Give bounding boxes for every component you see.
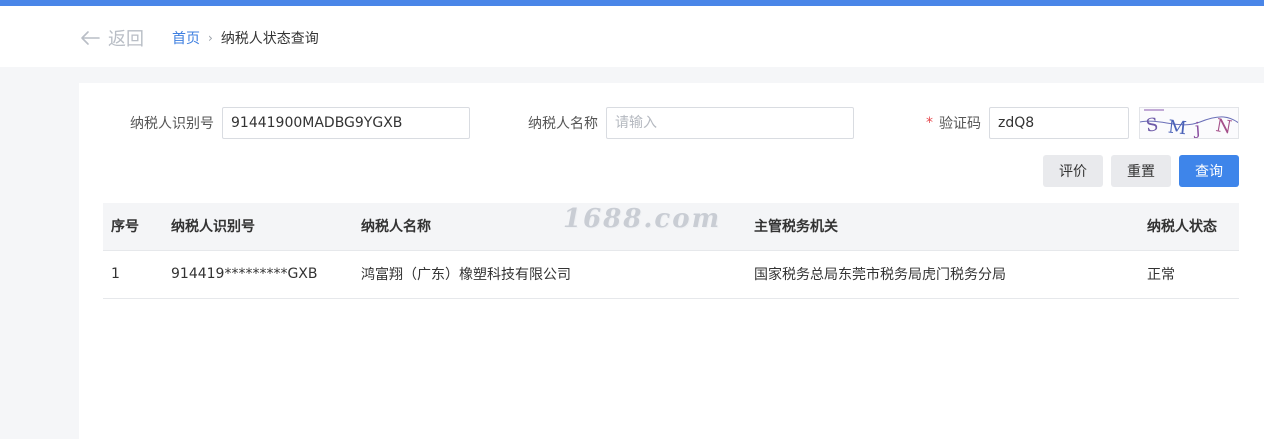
results-table: 序号 纳税人识别号 纳税人名称 主管税务机关 纳税人状态 1 914419***…	[103, 203, 1239, 299]
breadcrumb-current: 纳税人状态查询	[220, 31, 319, 47]
taxpayer-id-field: 纳税人识别号	[130, 107, 470, 139]
taxpayer-name-field: 纳税人名称	[528, 107, 854, 139]
column-header: 纳税人识别号	[163, 203, 353, 251]
captcha-field: * 验证码	[926, 107, 1129, 139]
taxpayer-id-label: 纳税人识别号	[130, 116, 214, 132]
captcha-graphic: S M j N	[1140, 109, 1238, 139]
captcha-char-2: M	[1167, 116, 1188, 139]
back-button[interactable]: 返回	[80, 24, 144, 52]
column-header: 纳税人状态	[1139, 203, 1239, 251]
table-cell-taxpayer-name: 鸿富翔（广东）橡塑科技有限公司	[353, 250, 746, 299]
captcha-char-1: S	[1145, 114, 1160, 137]
captcha-label: 验证码	[939, 116, 981, 132]
captcha-input[interactable]	[989, 107, 1129, 139]
taxpayer-name-label: 纳税人名称	[528, 116, 598, 132]
query-button[interactable]: 查询	[1179, 155, 1239, 187]
page-header: 返回 首页 › 纳税人状态查询	[0, 6, 1264, 67]
taxpayer-id-input[interactable]	[222, 107, 470, 139]
rate-button[interactable]: 评价	[1043, 155, 1103, 187]
breadcrumb-separator: ›	[208, 31, 213, 45]
breadcrumb-home-link[interactable]: 首页	[172, 28, 200, 48]
captcha-char-4: N	[1214, 115, 1233, 138]
reset-button[interactable]: 重置	[1111, 155, 1171, 187]
taxpayer-name-input[interactable]	[606, 107, 854, 139]
table-row: 1 914419*********GXB 鸿富翔（广东）橡塑科技有限公司 国家税…	[103, 250, 1239, 299]
table-header-row: 序号 纳税人识别号 纳税人名称 主管税务机关 纳税人状态	[103, 203, 1239, 251]
captcha-char-3: j	[1192, 119, 1201, 139]
required-mark: *	[926, 115, 933, 131]
column-header: 纳税人名称	[353, 203, 746, 251]
query-card: 纳税人识别号 纳税人名称 * 验证码 S M j N 评价 重置 查询 序号 纳…	[79, 83, 1264, 439]
table-cell-index: 1	[103, 250, 163, 299]
arrow-left-icon	[81, 31, 100, 45]
table-cell-taxpayer-id: 914419*********GXB	[163, 250, 353, 299]
column-header: 主管税务机关	[746, 203, 1139, 251]
table-cell-tax-authority: 国家税务总局东莞市税务局虎门税务分局	[746, 250, 1139, 299]
captcha-image[interactable]: S M j N	[1139, 107, 1239, 139]
column-header: 序号	[103, 203, 163, 251]
back-label: 返回	[108, 29, 144, 50]
breadcrumb: 首页 › 纳税人状态查询	[172, 28, 319, 48]
table-cell-status: 正常	[1139, 250, 1239, 299]
